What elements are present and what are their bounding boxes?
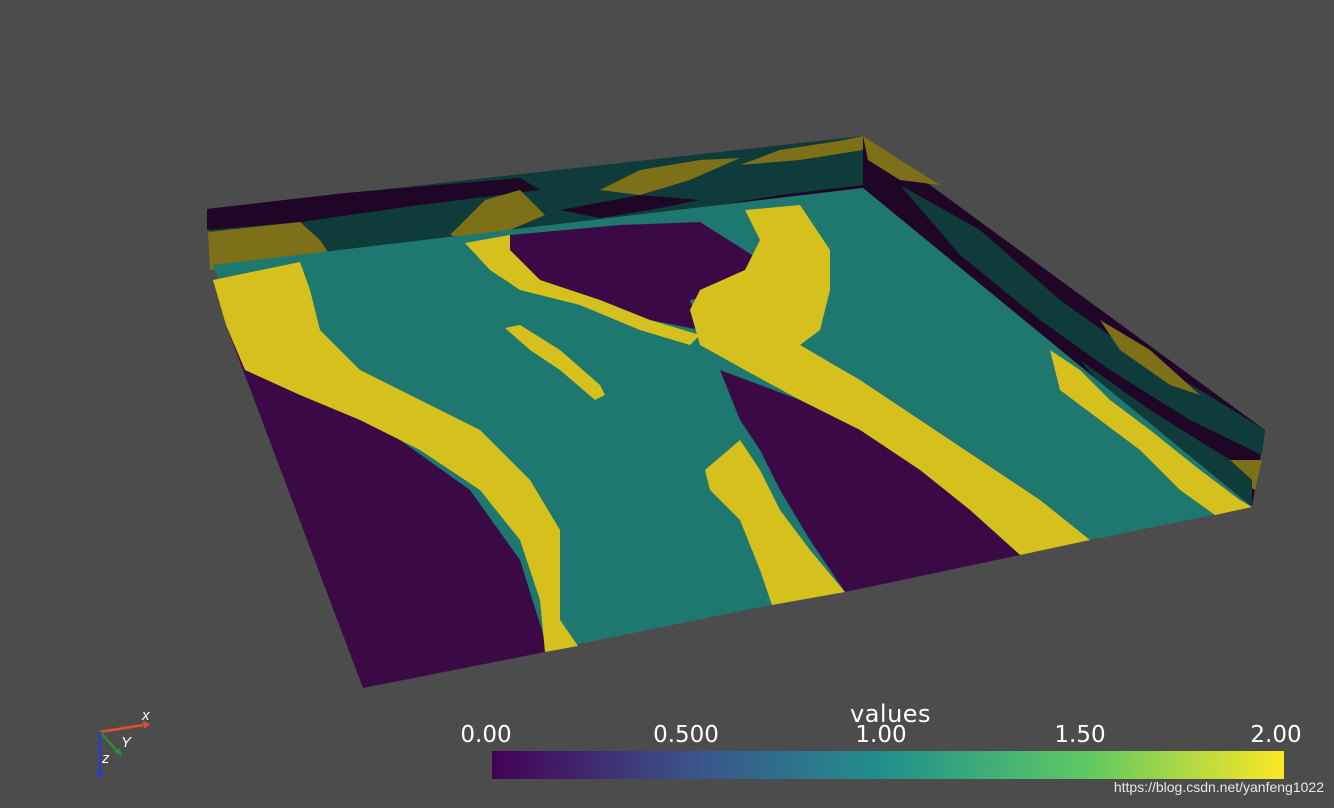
- colorbar-gradient: [492, 751, 1284, 779]
- colorbar-tick-3: 1.50: [1054, 722, 1106, 748]
- x-axis-label: x: [141, 707, 150, 724]
- z-axis-arrow-icon: [96, 772, 104, 780]
- volume-top-face: [213, 188, 1252, 688]
- x-axis-line: [99, 723, 144, 734]
- z-axis-label: z: [101, 750, 110, 767]
- y-axis-line: [99, 731, 119, 753]
- colorbar-tick-1: 0.500: [653, 722, 719, 748]
- y-axis-label: Y: [121, 734, 132, 751]
- colorbar-tick-2: 1.00: [855, 722, 907, 748]
- 3d-render-viewport[interactable]: [0, 0, 1334, 808]
- watermark-url: https://blog.csdn.net/yanfeng1022: [1113, 779, 1324, 795]
- colorbar-tick-0: 0.00: [460, 722, 512, 748]
- colorbar-tick-4: 2.00: [1250, 722, 1302, 748]
- orientation-axes-widget: x Y z: [96, 707, 150, 780]
